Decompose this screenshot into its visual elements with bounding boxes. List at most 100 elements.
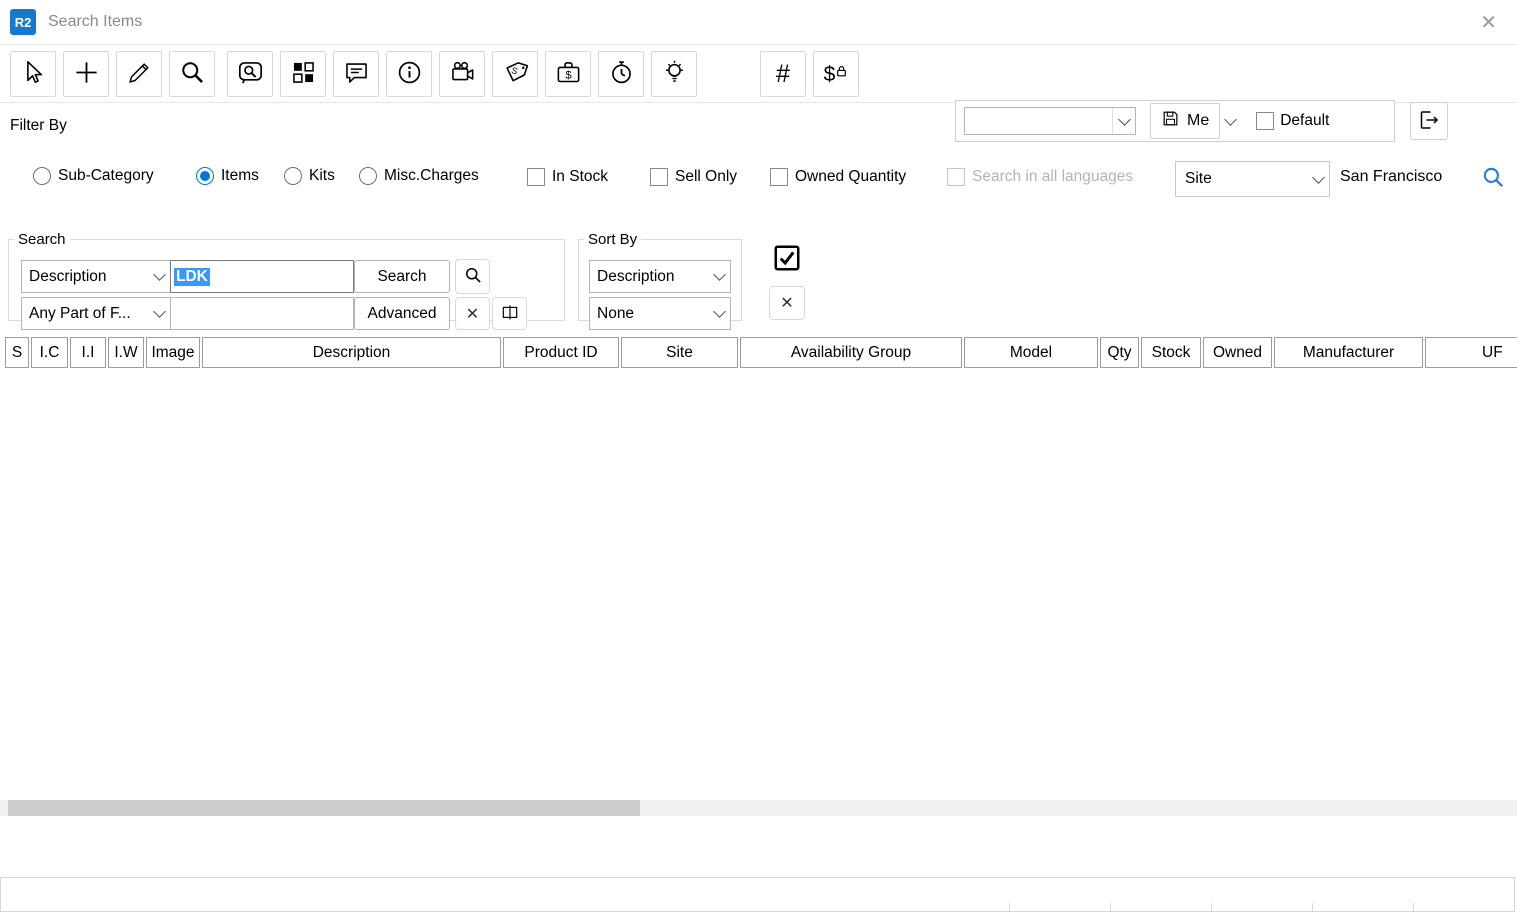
checkbox-square[interactable] [527,168,545,186]
view-search-button[interactable] [169,51,215,97]
column-header-qty[interactable]: Qty [1100,337,1139,368]
exit-icon [1417,108,1441,135]
column-header-manufacturer[interactable]: Manufacturer [1274,337,1423,368]
video-camera-icon [449,59,476,89]
site-search-icon[interactable] [1480,164,1506,190]
sort-secondary-value: None [590,305,708,323]
checkbox-search-all-languages: Search in all languages [947,168,1133,186]
checkbox-square[interactable] [770,168,788,186]
price-lock-button[interactable]: $ [813,51,859,97]
sort-primary-value: Description [590,268,708,286]
scrollbar-thumb[interactable] [8,800,640,816]
me-dropdown-chevron-icon[interactable] [1220,103,1240,139]
pencil-icon [126,59,153,89]
checkbox-square[interactable] [650,168,668,186]
quick-search-button[interactable] [455,259,490,294]
sort-secondary-combo[interactable]: None [589,297,731,330]
profile-group: Me Default [955,100,1395,142]
close-icon[interactable]: ✕ [1480,10,1497,35]
select-all-button[interactable] [769,241,805,277]
checkbox-sell-only[interactable]: Sell Only [650,168,737,186]
radio-items[interactable]: Items [196,167,259,185]
status-bar-cells [1009,903,1514,911]
add-button[interactable] [63,51,109,97]
checkbox-in-stock[interactable]: In Stock [527,168,608,186]
site-combo[interactable]: Site [1175,161,1330,197]
secondary-query-input[interactable] [170,297,354,330]
toolbar: S $ # $ Me Default [0,46,1517,103]
checkbox-sell-only-label: Sell Only [675,168,737,186]
column-header-site[interactable]: Site [621,337,738,368]
column-header-uf[interactable]: UF [1425,337,1517,368]
search-group-label: Search [14,231,70,248]
column-header-ic[interactable]: I.C [31,337,68,368]
radio-circle[interactable] [284,167,302,185]
column-header-owned[interactable]: Owned [1203,337,1272,368]
clear-selection-button[interactable]: ✕ [769,286,805,320]
column-header-iw[interactable]: I.W [108,337,144,368]
search-preview-icon [237,59,264,89]
media-button[interactable] [439,51,485,97]
radio-circle-selected[interactable] [196,167,214,185]
clear-search-button[interactable]: ✕ [455,297,490,330]
search-button[interactable]: Search [354,260,450,293]
price-lock-icon: $ [824,64,849,85]
search-query-input[interactable]: LDK [170,260,354,293]
column-header-ii[interactable]: I.I [70,337,106,368]
match-mode-combo[interactable]: Any Part of F... [21,297,171,330]
layout-button[interactable] [280,51,326,97]
column-header-description[interactable]: Description [202,337,501,368]
sort-primary-combo[interactable]: Description [589,260,731,293]
sort-by-group: Sort By Description None [578,231,742,321]
preview-search-button[interactable] [227,51,273,97]
checkbox-owned-quantity-label: Owned Quantity [795,168,906,186]
default-checkbox-label: Default [1280,112,1329,130]
number-button[interactable]: # [760,51,806,97]
save-me-button[interactable]: Me [1150,103,1220,139]
profile-combo[interactable] [964,107,1136,135]
money-case-icon: $ [555,59,582,89]
radio-circle[interactable] [33,167,51,185]
me-button-label: Me [1187,112,1209,130]
price-tag-button[interactable]: S [492,51,538,97]
timer-icon [608,59,635,89]
status-cell [1413,903,1514,911]
app-logo: R2 [10,9,36,35]
checkbox-owned-quantity[interactable]: Owned Quantity [770,168,906,186]
history-button[interactable] [598,51,644,97]
svg-text:$: $ [565,70,572,82]
radio-kits[interactable]: Kits [284,167,335,185]
radio-sub-category[interactable]: Sub-Category [33,167,154,185]
advanced-button[interactable]: Advanced [354,297,450,330]
pointer-icon [20,59,47,89]
default-checkbox[interactable] [1256,112,1274,130]
search-field-combo[interactable]: Description [21,260,171,293]
radio-misc-charges[interactable]: Misc.Charges [359,167,479,185]
pointer-button[interactable] [10,51,56,97]
edit-button[interactable] [116,51,162,97]
column-header-availability-group[interactable]: Availability Group [740,337,962,368]
save-icon [1161,109,1180,133]
radio-circle[interactable] [359,167,377,185]
financial-button[interactable]: $ [545,51,591,97]
column-header-stock[interactable]: Stock [1141,337,1201,368]
column-header-product-id[interactable]: Product ID [503,337,619,368]
column-header-model[interactable]: Model [964,337,1098,368]
checked-checkbox-icon [772,243,802,276]
compare-window-button[interactable] [492,297,527,330]
notes-button[interactable] [333,51,379,97]
status-cell [1312,903,1413,911]
default-checkbox-group[interactable]: Default [1256,112,1329,130]
horizontal-scrollbar[interactable] [0,800,1517,816]
status-cell [1211,903,1312,911]
selected-query-text: LDK [174,268,210,286]
plus-icon [73,59,100,89]
tips-button[interactable] [651,51,697,97]
column-header-image[interactable]: Image [146,337,200,368]
search-field-combo-value: Description [22,268,148,286]
chevron-down-icon [708,261,730,292]
info-button[interactable] [386,51,432,97]
exit-button[interactable] [1410,102,1448,140]
clear-icon: ✕ [780,293,793,313]
column-header-s[interactable]: S [5,337,29,368]
